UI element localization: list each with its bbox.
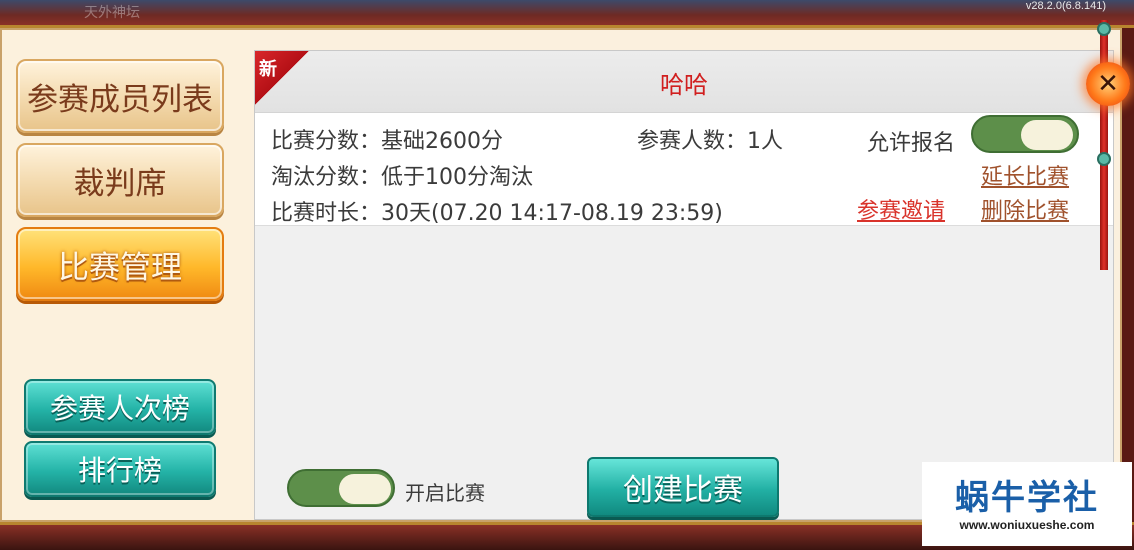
sidebar-item-referee[interactable]: 裁判席 xyxy=(16,143,224,217)
leaderboard-button[interactable]: 排行榜 xyxy=(24,441,216,497)
create-match-button[interactable]: 创建比赛 xyxy=(587,457,779,517)
top-game-background: 天外神坛 v28.2.0(6.8.141) xyxy=(0,0,1134,28)
match-list-area: 新 哈哈 比赛分数：基础2600分 参赛人数：1人 允许报名 淘汰分数：低于10… xyxy=(254,50,1114,520)
delete-match-link[interactable]: 删除比赛 xyxy=(981,193,1069,225)
rope-bead-top xyxy=(1097,22,1111,36)
match-score: 比赛分数：基础2600分 xyxy=(271,129,503,154)
participation-ranking-button[interactable]: 参赛人次榜 xyxy=(24,379,216,435)
allow-signup-label: 允许报名 xyxy=(867,131,956,156)
close-icon[interactable]: ✕ xyxy=(1086,62,1130,106)
match-card-header: 新 哈哈 xyxy=(255,51,1113,113)
sidebar-item-member-list[interactable]: 参赛成员列表 xyxy=(16,59,224,133)
match-duration: 比赛时长：30天(07.20 14:17-08.19 23:59) xyxy=(271,201,723,226)
watermark-url: www.woniuxueshe.com xyxy=(959,518,1095,532)
watermark-title: 蜗牛学社 xyxy=(955,478,1099,518)
invite-participants-link[interactable]: 参赛邀请 xyxy=(857,193,945,225)
rope-bead xyxy=(1097,152,1111,166)
elimination-score: 淘汰分数：低于100分淘汰 xyxy=(271,165,533,190)
match-title: 哈哈 xyxy=(660,71,708,99)
background-name-text: 天外神坛 xyxy=(84,5,140,21)
match-card: 新 哈哈 比赛分数：基础2600分 参赛人数：1人 允许报名 淘汰分数：低于10… xyxy=(255,51,1113,226)
version-label: v28.2.0(6.8.141) xyxy=(1025,0,1106,12)
open-match-toggle[interactable] xyxy=(287,469,395,507)
allow-signup-toggle[interactable] xyxy=(971,115,1079,153)
participant-count: 参赛人数：1人 xyxy=(637,129,783,154)
decorative-rope xyxy=(1100,20,1108,270)
management-panel: 参赛成员列表 裁判席 比赛管理 参赛人次榜 排行榜 新 哈哈 比赛分数：基础26… xyxy=(0,28,1122,522)
watermark-logo: 蜗牛学社 www.woniuxueshe.com xyxy=(922,462,1132,546)
sidebar: 参赛成员列表 裁判席 比赛管理 参赛人次榜 排行榜 xyxy=(2,30,250,520)
toggle-knob xyxy=(1021,120,1073,150)
extend-match-link[interactable]: 延长比赛 xyxy=(981,159,1069,191)
sidebar-item-match-management[interactable]: 比赛管理 xyxy=(16,227,224,301)
open-match-label: 开启比赛 xyxy=(405,481,485,505)
toggle-knob xyxy=(339,474,391,504)
